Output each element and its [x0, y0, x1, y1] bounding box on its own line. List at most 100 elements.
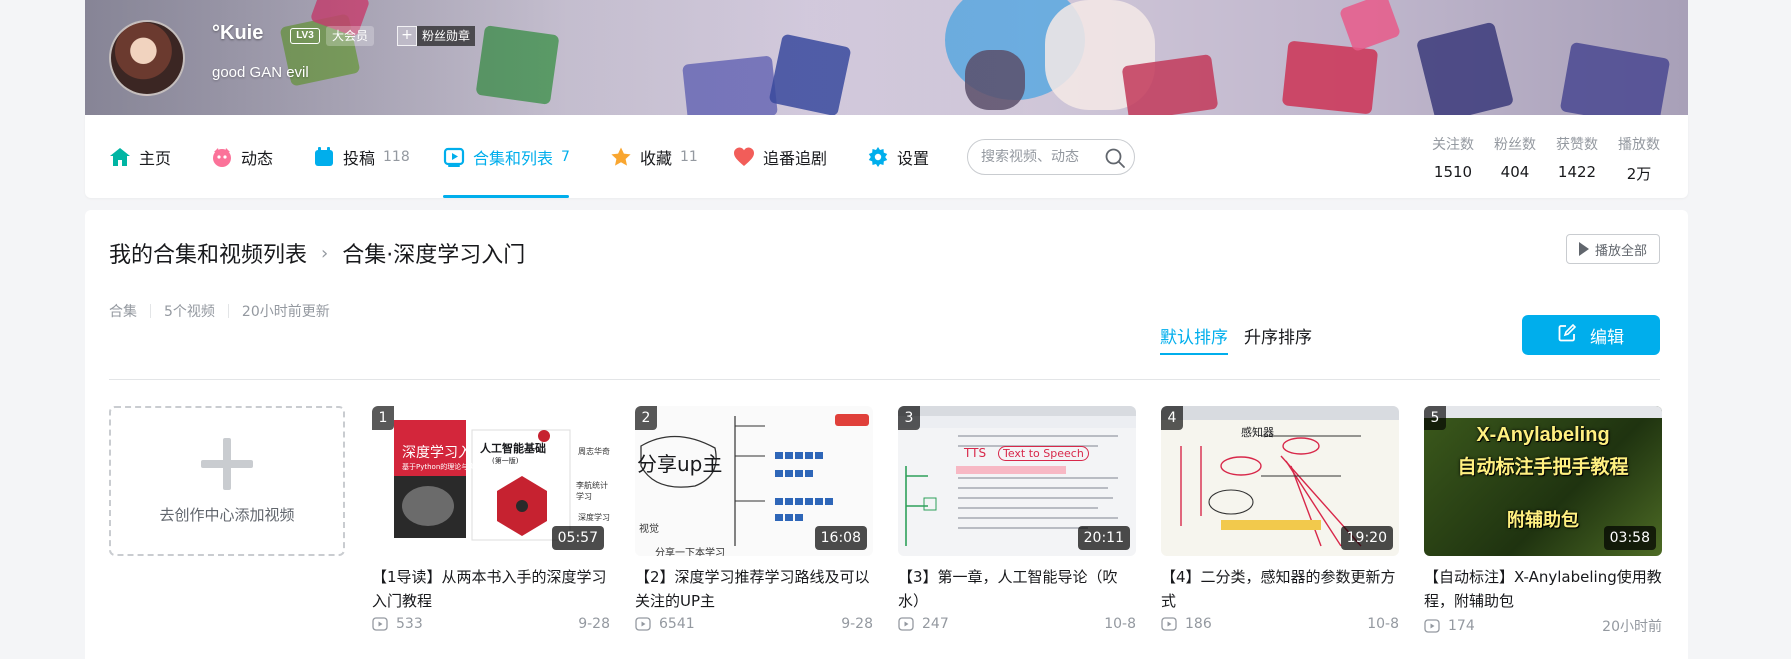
video-plays: 6541	[659, 616, 695, 632]
nav-item-favorites[interactable]: 收藏 11	[610, 115, 698, 198]
nav-item-collections[interactable]: 合集和列表 7	[443, 115, 570, 198]
video-duration: 19:20	[1340, 526, 1393, 550]
breadcrumb: 我的合集和视频列表 › 合集·深度学习入门	[109, 237, 525, 269]
thumb-text: Text to Speech	[998, 446, 1089, 461]
thumb-text: 周志华奇	[578, 447, 610, 456]
add-video-card[interactable]: 去创作中心添加视频	[109, 406, 345, 556]
stat-label: 粉丝数	[1494, 137, 1536, 153]
video-footer: 533 9-28	[372, 616, 610, 632]
nav-bar: 主页 动态 投稿 118 合集和列表 7 收藏 11 追番追剧 设置 关注数 15…	[85, 115, 1688, 198]
thumb-text: TTS	[964, 446, 987, 460]
nav-label: 收藏	[640, 148, 673, 168]
video-card[interactable]: 感知器 4 19:20 【4】二分类，感知器的参数更新方式 186 10-8	[1161, 406, 1399, 632]
search-icon[interactable]	[1104, 147, 1126, 173]
plus-icon: +	[397, 26, 417, 46]
profile-banner	[85, 0, 1688, 115]
video-title[interactable]: 【1导读】从两本书入手的深度学习入门教程	[372, 565, 610, 613]
meta-updated: 20小时前更新	[241, 304, 330, 320]
nav-item-bangumi[interactable]: 追番追剧	[733, 115, 827, 198]
nav-label: 动态	[241, 148, 274, 168]
user-name[interactable]: °Kuie	[212, 22, 263, 45]
video-plays: 186	[1185, 616, 1212, 632]
upload-icon	[313, 146, 335, 168]
video-thumbnail[interactable]: TTS Text to Speech 3 20:11	[898, 406, 1136, 556]
thumb-text: X-Anylabeling	[1476, 424, 1610, 446]
play-icon	[1578, 242, 1589, 256]
nav-item-dynamic[interactable]: 动态	[211, 115, 273, 198]
stat-label: 获赞数	[1556, 137, 1598, 153]
stat-likes: 获赞数 1422	[1556, 134, 1598, 184]
video-card[interactable]: 分享up主 视觉 分享一下本学习 2 16:08 【2】深度学习推荐学习路线及可…	[635, 406, 873, 632]
search-input[interactable]	[981, 149, 1101, 165]
video-index: 1	[372, 406, 394, 430]
user-sign: good GAN evil	[212, 64, 309, 81]
video-thumbnail[interactable]: 深度学习入门 基于Python的理论与实现 人工智能基础 (第一版) 周志华奇 …	[372, 406, 610, 556]
play-count-icon	[1161, 617, 1177, 631]
star-icon	[610, 146, 632, 168]
video-plays: 247	[922, 616, 949, 632]
thumb-text: 基于Python的理论与实现	[402, 463, 483, 471]
video-footer: 247 10-8	[898, 616, 1136, 632]
stat-following[interactable]: 关注数 1510	[1432, 134, 1474, 184]
stat-label: 播放数	[1618, 137, 1660, 153]
breadcrumb-root[interactable]: 我的合集和视频列表	[109, 237, 307, 269]
video-thumbnail[interactable]: 感知器 4 19:20	[1161, 406, 1399, 556]
video-duration: 03:58	[1603, 526, 1656, 550]
nav-label: 合集和列表	[473, 148, 554, 168]
nav-label: 设置	[897, 148, 930, 168]
add-video-label: 去创作中心添加视频	[159, 505, 295, 524]
video-date: 20小时前	[1602, 619, 1662, 635]
video-duration: 16:08	[814, 526, 867, 550]
nav-item-settings[interactable]: 设置	[867, 115, 929, 198]
meta-divider	[150, 304, 151, 318]
sort-asc-tab[interactable]: 升序排序	[1244, 323, 1312, 348]
thumb-text: 自动标注手把手教程	[1457, 456, 1629, 478]
fan-badge[interactable]: + 粉丝勋章	[397, 26, 476, 46]
collection-icon	[443, 146, 465, 168]
play-count-icon	[898, 617, 914, 631]
video-title[interactable]: 【自动标注】X-Anylabeling使用教程，附辅助包	[1424, 565, 1662, 613]
stat-value: 404	[1500, 163, 1530, 181]
video-card[interactable]: TTS Text to Speech 3 20:11 【3】第一章，人工智能导论…	[898, 406, 1136, 632]
vip-badge[interactable]: 大会员	[326, 26, 375, 46]
edit-button[interactable]: 编辑	[1522, 315, 1660, 355]
video-title[interactable]: 【3】第一章，人工智能导论（吹水）	[898, 565, 1136, 613]
video-duration: 20:11	[1077, 526, 1130, 550]
search-box[interactable]	[967, 139, 1135, 175]
heart-icon	[733, 146, 755, 168]
video-footer: 6541 9-28	[635, 616, 873, 632]
nav-count: 118	[383, 148, 410, 165]
dynamic-icon	[211, 146, 233, 168]
thumb-text: 李航统计学习	[576, 481, 608, 501]
avatar[interactable]	[109, 20, 185, 96]
sort-default-tab[interactable]: 默认排序	[1160, 323, 1228, 355]
play-all-button[interactable]: 播放全部	[1565, 234, 1660, 264]
video-card[interactable]: 深度学习入门 基于Python的理论与实现 人工智能基础 (第一版) 周志华奇 …	[372, 406, 610, 632]
gear-icon	[867, 146, 889, 168]
video-thumbnail[interactable]: 分享up主 视觉 分享一下本学习 2 16:08	[635, 406, 873, 556]
video-thumbnail[interactable]: X-Anylabeling 自动标注手把手教程 附辅助包 5 03:58	[1424, 406, 1662, 556]
nav-label: 投稿	[343, 148, 376, 168]
divider	[109, 379, 1660, 380]
active-tab-indicator	[443, 195, 569, 198]
thumb-text: 人工智能基础	[480, 442, 546, 455]
nav-item-home[interactable]: 主页	[109, 115, 171, 198]
stat-followers[interactable]: 粉丝数 404	[1494, 134, 1536, 184]
meta-divider	[227, 304, 229, 318]
video-date: 10-8	[1367, 616, 1399, 632]
page-title: 合集·深度学习入门	[342, 243, 526, 268]
level-badge: LV3	[290, 28, 320, 44]
play-count-icon	[1424, 619, 1440, 633]
meta-count: 5个视频	[164, 304, 215, 320]
video-title[interactable]: 【2】深度学习推荐学习路线及可以关注的UP主	[635, 565, 873, 613]
video-duration: 05:57	[551, 526, 604, 550]
nav-item-upload[interactable]: 投稿 118	[313, 115, 410, 198]
stat-value: 1510	[1433, 163, 1473, 181]
video-card[interactable]: X-Anylabeling 自动标注手把手教程 附辅助包 5 03:58 【自动…	[1424, 406, 1662, 636]
stat-plays: 播放数 2万	[1618, 134, 1660, 184]
thumb-text: 分享up主	[637, 452, 723, 476]
video-index: 4	[1161, 406, 1183, 430]
video-title[interactable]: 【4】二分类，感知器的参数更新方式	[1161, 565, 1399, 613]
video-plays: 174	[1448, 618, 1475, 634]
thumb-text: 视觉	[639, 524, 659, 535]
